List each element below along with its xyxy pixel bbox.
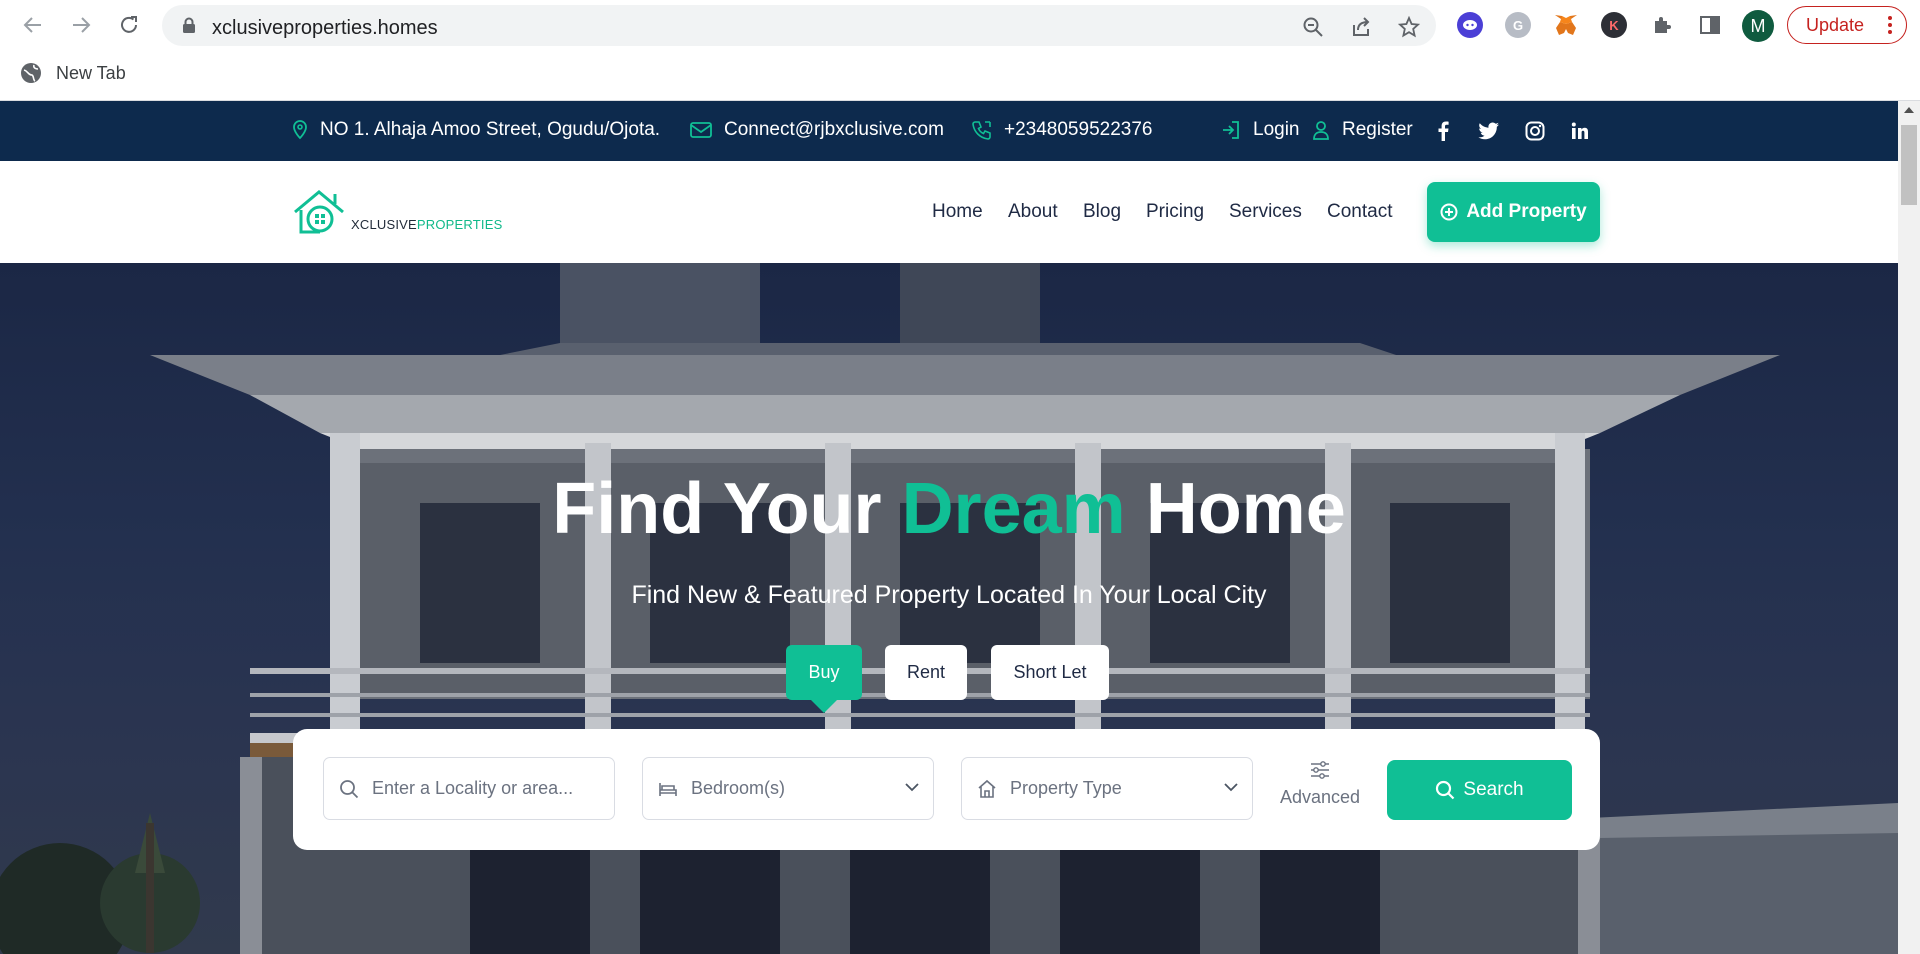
nav-services[interactable]: Services [1229, 201, 1302, 223]
url-text: xclusiveproperties.homes [212, 17, 438, 39]
tab-buy[interactable]: Buy [786, 645, 862, 713]
reload-button[interactable] [114, 10, 144, 40]
search-button[interactable]: Search [1387, 760, 1572, 820]
locality-placeholder: Enter a Locality or area... [372, 778, 574, 798]
menu-dots-icon [1888, 16, 1892, 34]
email-icon [690, 122, 712, 138]
address-item: NO 1. Alhaja Amoo Street, Ogudu/Ojota. [292, 119, 660, 141]
advanced-filters-button[interactable]: Advanced [1270, 761, 1370, 821]
search-icon [1436, 780, 1455, 800]
hero-title-part2: Home [1145, 469, 1346, 549]
property-type-placeholder: Property Type [1010, 778, 1122, 798]
instagram-icon[interactable] [1524, 120, 1546, 142]
email-text: Connect@rjbxclusive.com [724, 119, 944, 140]
bed-icon [657, 778, 679, 800]
bookmark-new-tab[interactable]: New Tab [20, 62, 126, 84]
home-icon [976, 778, 998, 800]
side-panel-icon[interactable] [1697, 12, 1723, 38]
forward-arrow-icon [73, 17, 91, 33]
extensions-puzzle-icon[interactable] [1649, 12, 1675, 38]
login-link[interactable]: Login [1221, 119, 1300, 141]
tab-rent[interactable]: Rent [885, 645, 967, 700]
bedroom-select[interactable]: Bedroom(s) [642, 757, 934, 820]
nav-blog[interactable]: Blog [1083, 201, 1121, 223]
user-icon [1313, 121, 1329, 140]
search-panel: Enter a Locality or area... Bedroom(s) P… [293, 729, 1600, 850]
hero-title-part1: Find Your [552, 469, 882, 549]
scroll-up-arrow-icon[interactable] [1904, 107, 1914, 113]
grammarly-icon[interactable]: G [1505, 12, 1531, 38]
phone-icon [972, 121, 991, 140]
metamask-icon[interactable] [1553, 12, 1579, 38]
chat-extension-icon[interactable] [1457, 12, 1483, 38]
plus-circle-icon [1440, 203, 1458, 221]
scrollbar-thumb[interactable] [1901, 125, 1917, 205]
profile-avatar[interactable]: M [1742, 10, 1774, 42]
web-page: NO 1. Alhaja Amoo Street, Ogudu/Ojota. C… [0, 101, 1898, 954]
login-label: Login [1253, 119, 1300, 140]
logo-text: XCLUSIVEPROPERTIES [351, 217, 502, 232]
location-pin-icon [293, 120, 307, 140]
register-label: Register [1342, 119, 1413, 140]
search-icon [338, 778, 360, 800]
locality-search-input[interactable]: Enter a Locality or area... [323, 757, 615, 820]
bookmark-label: New Tab [56, 62, 126, 83]
facebook-icon[interactable] [1432, 120, 1454, 142]
email-item[interactable]: Connect@rjbxclusive.com [690, 119, 944, 141]
property-type-select[interactable]: Property Type [961, 757, 1253, 820]
update-label: Update [1806, 14, 1865, 35]
site-logo[interactable]: XCLUSIVEPROPERTIES [293, 188, 502, 236]
share-icon[interactable] [1350, 16, 1372, 38]
tab-short-let[interactable]: Short Let [991, 645, 1109, 700]
address-text: NO 1. Alhaja Amoo Street, Ogudu/Ojota. [320, 119, 661, 140]
logo-text-accent: PROPERTIES [416, 217, 503, 232]
back-button[interactable] [18, 10, 48, 40]
hero-title: Find Your Dream Home [0, 468, 1898, 550]
sliders-icon [1311, 761, 1329, 779]
update-button[interactable]: Update [1787, 6, 1907, 44]
top-info-bar: NO 1. Alhaja Amoo Street, Ogudu/Ojota. C… [0, 101, 1898, 161]
lock-icon [183, 17, 195, 33]
bookmarks-bar: New Tab [0, 50, 1920, 101]
nav-pricing[interactable]: Pricing [1146, 201, 1204, 223]
add-property-button[interactable]: Add Property [1427, 182, 1600, 242]
phone-text: +2348059522376 [1004, 119, 1153, 140]
bookmark-star-icon[interactable] [1398, 16, 1420, 38]
address-bar[interactable]: xclusiveproperties.homes [162, 5, 1436, 46]
forward-button[interactable] [66, 10, 96, 40]
hero-title-highlight: Dream [901, 469, 1126, 549]
add-property-label: Add Property [1466, 201, 1587, 222]
linkedin-icon[interactable] [1569, 120, 1591, 142]
advanced-label: Advanced [1279, 787, 1361, 807]
hero-subtitle: Find New & Featured Property Located In … [631, 581, 1267, 609]
main-navigation: XCLUSIVEPROPERTIES Home About Blog Prici… [0, 161, 1898, 263]
search-button-label: Search [1463, 779, 1524, 800]
k-extension-icon[interactable]: K [1601, 12, 1627, 38]
browser-toolbar: xclusiveproperties.homes G K M Update [0, 0, 1920, 50]
reload-icon [121, 16, 137, 33]
chevron-down-icon [905, 783, 919, 792]
page-scrollbar[interactable] [1898, 101, 1920, 954]
register-link[interactable]: Register [1312, 119, 1413, 141]
nav-about[interactable]: About [1008, 201, 1058, 223]
zoom-icon[interactable] [1302, 16, 1324, 38]
back-arrow-icon [23, 17, 41, 33]
house-logo-icon [294, 190, 344, 234]
chevron-down-icon [1224, 783, 1238, 792]
globe-icon [21, 63, 41, 83]
twitter-icon[interactable] [1478, 120, 1500, 142]
nav-contact[interactable]: Contact [1327, 201, 1392, 223]
nav-home[interactable]: Home [932, 201, 983, 223]
phone-item[interactable]: +2348059522376 [972, 119, 1152, 141]
hero-section: Find Your Dream Home Find New & Featured… [0, 263, 1898, 954]
logo-text-main: XCLUSIVE [351, 217, 417, 232]
bedroom-placeholder: Bedroom(s) [691, 778, 786, 798]
login-icon [1223, 121, 1239, 139]
